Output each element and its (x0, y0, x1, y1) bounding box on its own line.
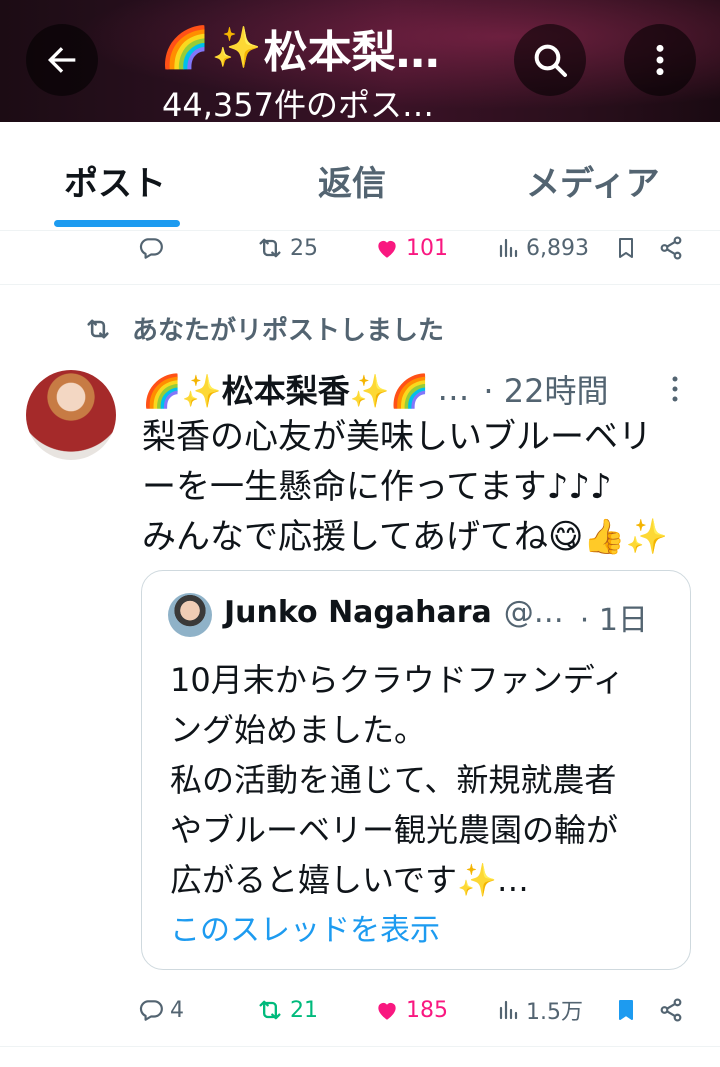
back-arrow-icon (48, 47, 76, 73)
author-name-suffix-emoji: ✨🌈 (349, 372, 430, 410)
tweet-divider (0, 284, 720, 285)
quote-timestamp: · 1日 (579, 603, 648, 638)
repost-indicator-text: あなたがリポストしました (132, 316, 445, 346)
repost-count: 21 (290, 997, 318, 1023)
views-count: 6,893 (526, 235, 589, 261)
analytics-icon (499, 1000, 518, 1020)
tweet-actions: 4 21 185 1.5万 (0, 990, 720, 1030)
tweet-timestamp[interactable]: · 22時間 (483, 366, 608, 412)
reply-count: 4 (170, 997, 184, 1023)
more-button[interactable] (624, 24, 696, 96)
reply-button[interactable] (138, 228, 170, 268)
bookmark-icon (619, 238, 633, 258)
back-button[interactable] (26, 24, 98, 96)
quote-text-line: やブルーベリー観光農園の輪が (170, 811, 619, 849)
quote-text-line: ング始めました。 (170, 711, 427, 749)
tweet-more-button[interactable] (668, 374, 682, 408)
analytics-icon (499, 238, 518, 258)
reply-icon (139, 1000, 163, 1021)
tweet-divider (0, 1046, 720, 1047)
profile-header: 🌈 ✨ 松本梨… 44,357件のポス… (0, 0, 720, 122)
like-button[interactable]: 185 (374, 990, 448, 1030)
reply-icon (139, 238, 163, 259)
profile-tabs: ポスト 返信 メディア (0, 122, 720, 231)
header-title: 🌈 ✨ 松本梨… (160, 16, 440, 80)
views-button[interactable]: 1.5万 (496, 990, 583, 1030)
repost-indicator-icon (87, 319, 109, 338)
repost-indicator: あなたがリポストしました (82, 310, 444, 347)
like-count: 185 (406, 997, 448, 1023)
repost-icon (259, 1000, 281, 1020)
author-name-text: 松本梨香 (221, 372, 350, 410)
share-button[interactable] (658, 228, 684, 268)
quote-text-line: 広がると嬉しいです✨… (170, 861, 529, 899)
heart-filled-icon (378, 1002, 396, 1020)
repost-button[interactable]: 21 (256, 990, 318, 1030)
active-tab-indicator (54, 220, 180, 227)
repost-icon (259, 238, 281, 258)
tweet-author-line: 🌈✨松本梨香✨🌈 … · 22時間 (142, 366, 608, 412)
rainbow-icon: 🌈 (160, 25, 210, 71)
quoted-tweet-card[interactable]: Junko Nagahara @… · 1日 10月末からクラウドファンディ ン… (141, 570, 691, 970)
quote-text: 10月末からクラウドファンディ ング始めました。 私の活動を通じて、新規就農者 … (170, 655, 670, 905)
header-title-text: 松本梨… (263, 27, 440, 78)
show-thread-link[interactable]: このスレッドを表示 (170, 905, 440, 949)
search-icon (534, 44, 567, 77)
views-count: 1.5万 (526, 1000, 583, 1025)
like-count: 101 (406, 235, 448, 261)
search-button[interactable] (514, 24, 586, 96)
bookmark-button[interactable] (614, 228, 638, 268)
share-icon (660, 236, 682, 260)
author-avatar[interactable] (26, 370, 116, 460)
tweet-text-line: ーを一生懸命に作ってます♪♪♪ (142, 467, 612, 507)
like-button[interactable]: 101 (374, 228, 448, 268)
author-name[interactable]: 🌈✨松本梨香✨🌈 (142, 366, 429, 412)
views-button[interactable]: 6,893 (496, 228, 589, 268)
tweet-text-line: 梨香の心友が美味しいブルーベリ (142, 417, 652, 457)
share-icon (660, 998, 682, 1022)
sparkles-icon: ✨ (211, 25, 262, 71)
tweet-text-line: みんなで応援してあげてね😋👍✨ (142, 517, 669, 557)
tab-replies[interactable]: 返信 (318, 156, 386, 205)
reply-button[interactable]: 4 (138, 990, 184, 1030)
repost-button[interactable]: 25 (256, 228, 318, 268)
more-vertical-icon (672, 376, 678, 402)
quote-author-line: Junko Nagahara @… · 1日 (224, 595, 648, 639)
tab-posts[interactable]: ポスト (64, 156, 166, 205)
post-count: 44,357件のポス… (162, 86, 434, 122)
quote-author-handle: @… (503, 595, 564, 630)
author-handle-ellipsis: … (437, 370, 470, 408)
repost-count: 25 (290, 235, 318, 261)
tweet-text: 梨香の心友が美味しいブルーベリ ーを一生懸命に作ってます♪♪♪ みんなで応援して… (142, 412, 702, 562)
quote-text-line: 私の活動を通じて、新規就農者 (170, 761, 617, 799)
heart-filled-icon (378, 240, 396, 258)
quote-author-name: Junko Nagahara (224, 595, 492, 630)
author-name-prefix-emoji: 🌈✨ (142, 372, 222, 410)
quote-author-avatar (168, 593, 212, 637)
share-button[interactable] (658, 990, 684, 1030)
prev-tweet-actions: 25 101 6,893 (0, 228, 720, 268)
quote-text-line: 10月末からクラウドファンディ (170, 661, 625, 699)
bookmark-filled-icon (619, 1000, 633, 1020)
tab-media[interactable]: メディア (526, 156, 660, 205)
more-vertical-icon (656, 44, 664, 76)
bookmark-button[interactable] (614, 990, 638, 1030)
